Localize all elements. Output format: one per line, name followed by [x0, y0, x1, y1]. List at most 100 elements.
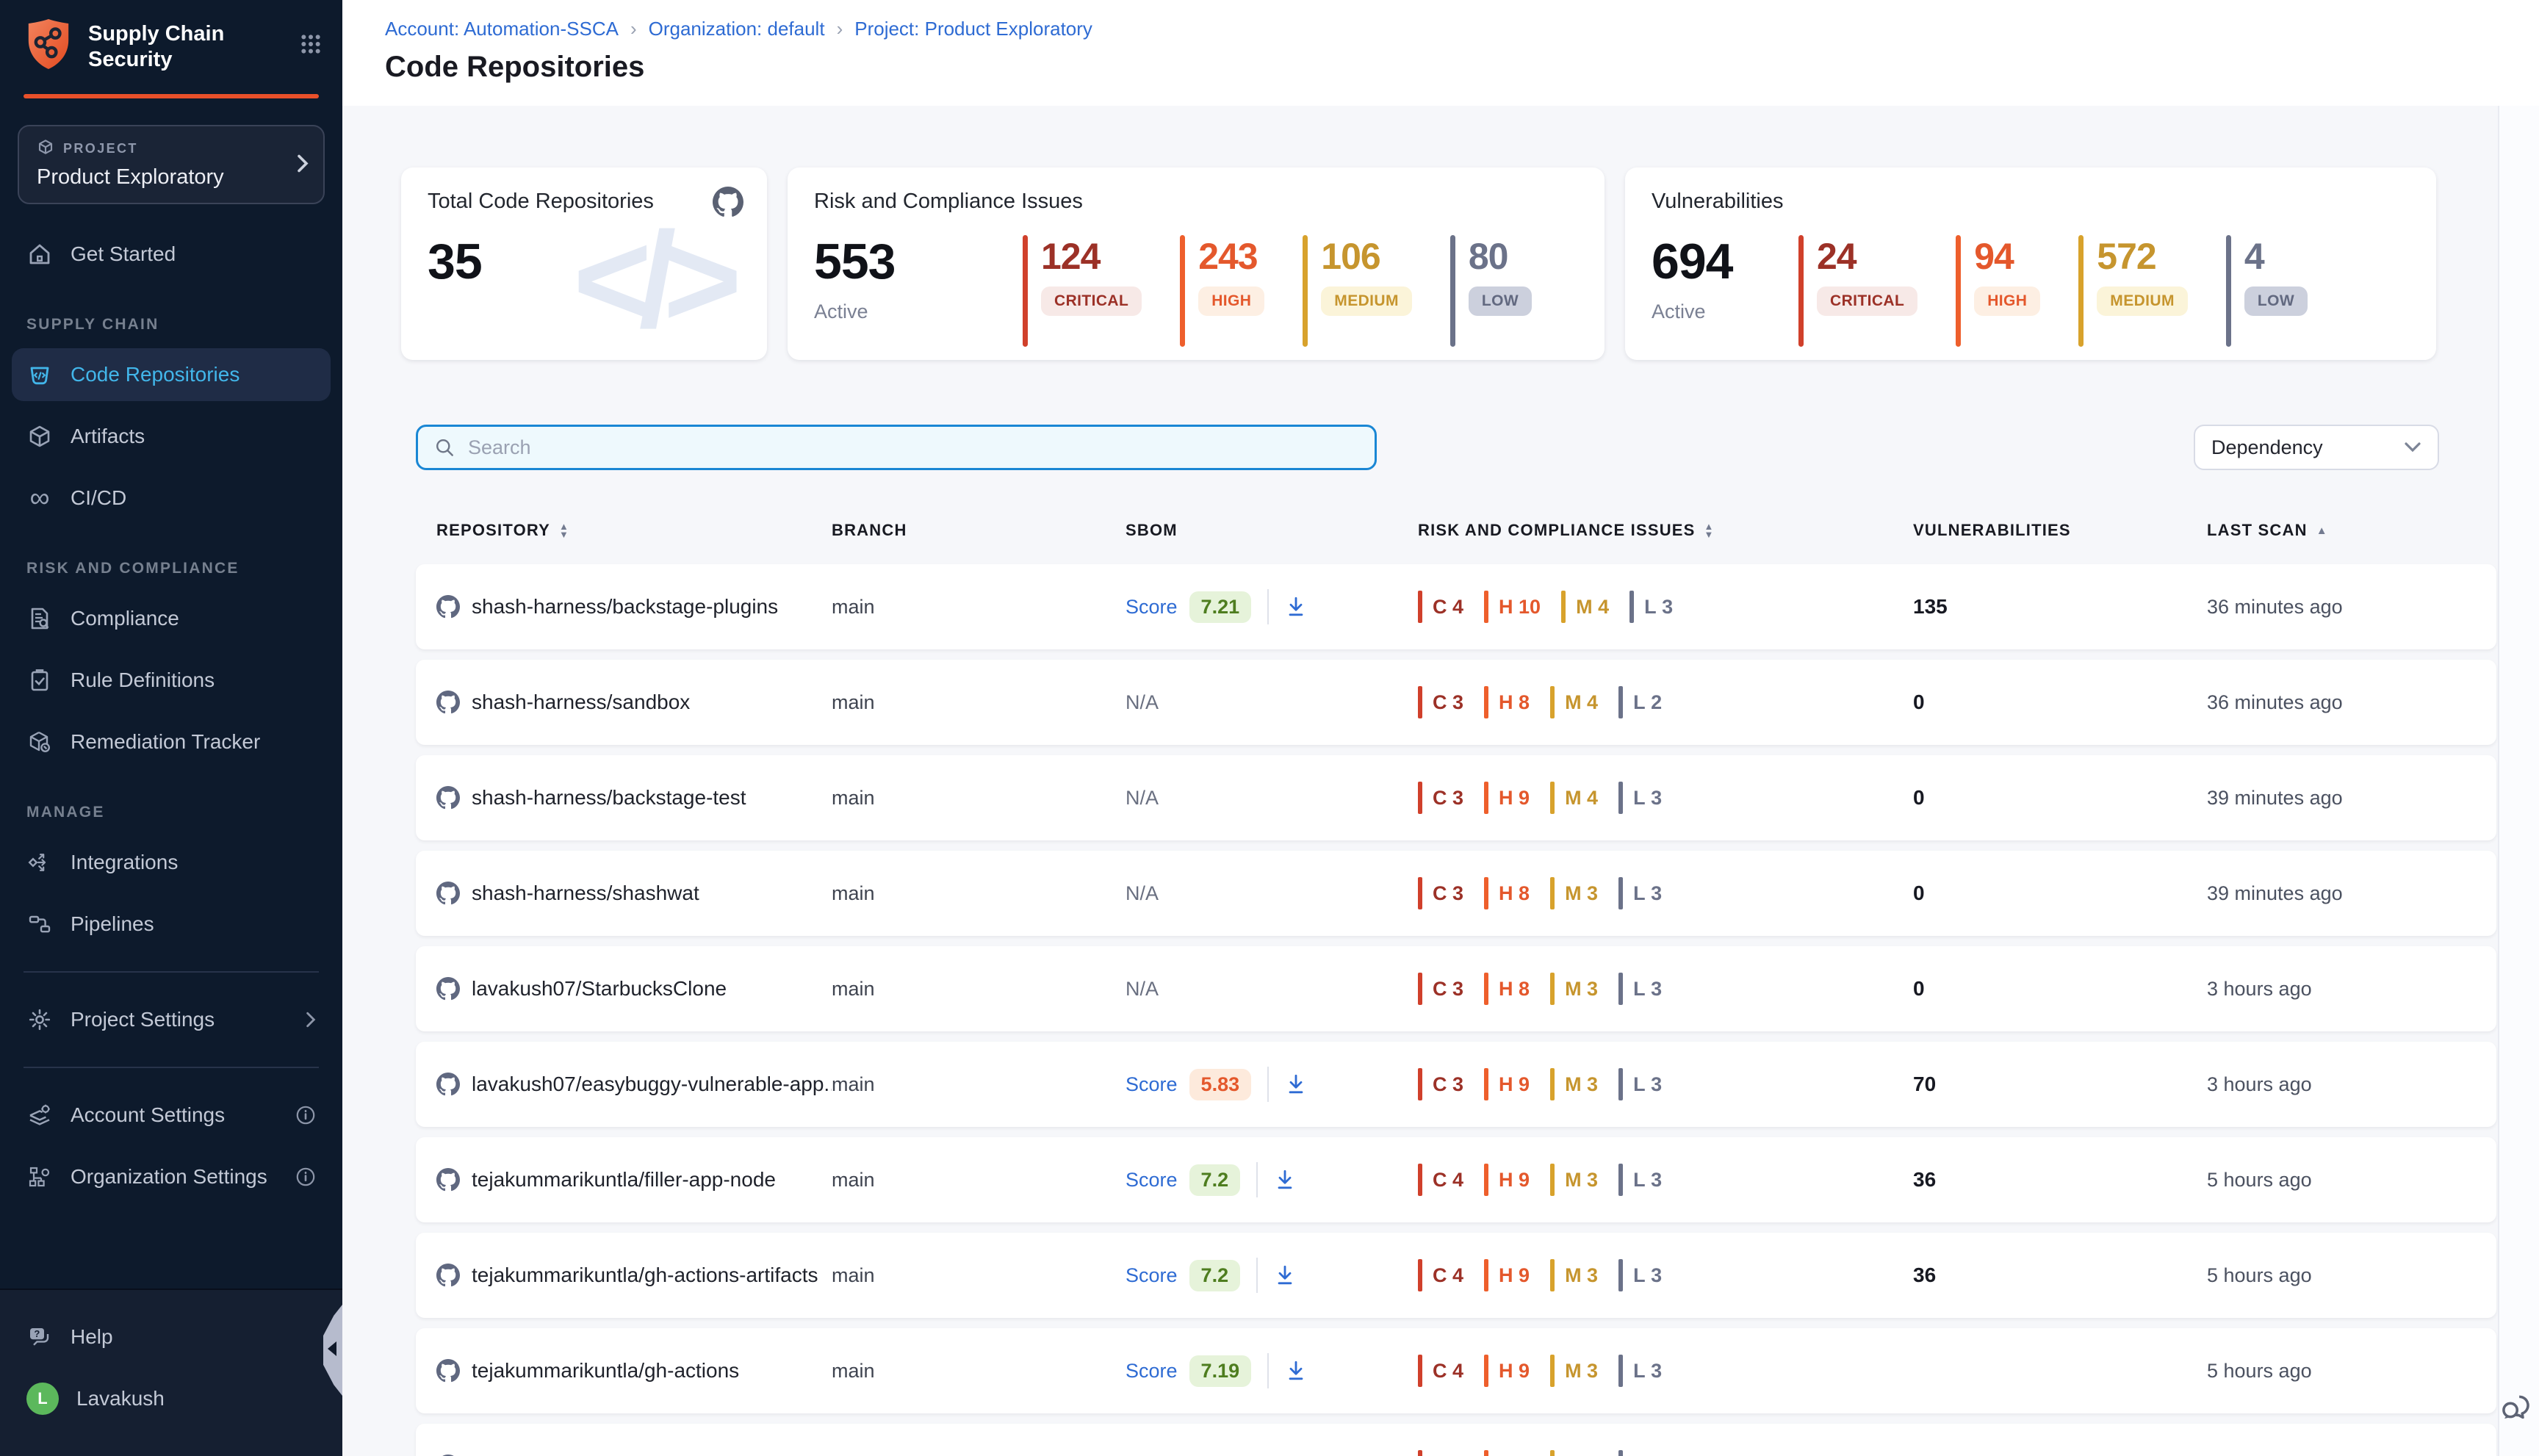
sbom-score-link[interactable]: Score [1126, 1360, 1178, 1383]
repository-name[interactable]: shash-harness/backstage-plugins [472, 595, 778, 619]
severity-high: 243 HIGH [1180, 235, 1264, 347]
sbom-score-link[interactable]: Score [1126, 1073, 1178, 1096]
severity-bar [1956, 235, 1961, 347]
severity-critical: 24 CRITICAL [1798, 235, 1917, 347]
sbom-score-link[interactable]: Score [1126, 1169, 1178, 1192]
app-switcher-icon[interactable] [300, 33, 322, 61]
sidebar-item-organization-settings[interactable]: Organization Settings [12, 1150, 331, 1203]
repository-name[interactable]: shash-harness/sandbox [472, 691, 690, 714]
repository-name[interactable]: shash-harness/shashwat [472, 882, 699, 905]
table-row[interactable]: shash-harness/sandbox main N/A C 3 H 8 M… [416, 660, 2496, 745]
help-label: Help [71, 1325, 113, 1349]
severity-count: 4 [2244, 235, 2308, 278]
table-row[interactable]: shash-harness/backstage-plugins main Sco… [416, 564, 2496, 649]
home-icon [26, 241, 53, 267]
issues-critical: C 3 [1418, 973, 1463, 1005]
project-selector[interactable]: PROJECT Product Exploratory [18, 125, 325, 204]
breadcrumb-project[interactable]: Project: Product Exploratory [854, 18, 1092, 40]
severity-bar [2226, 235, 2231, 347]
chat-support-icon[interactable] [2498, 1390, 2535, 1432]
sidebar-item-integrations[interactable]: Integrations [12, 836, 331, 889]
issues-medium: M 3 [1550, 877, 1598, 909]
table-row[interactable]: tejakummarikuntla/gh-actions-artifacts m… [416, 1233, 2496, 1318]
user-menu[interactable]: L Lavakush [12, 1372, 331, 1425]
sbom-score-value: 7.2 [1189, 1164, 1241, 1196]
sidebar-item-label: Account Settings [71, 1103, 225, 1127]
github-icon [436, 786, 460, 810]
sidebar-item-project-settings[interactable]: Project Settings [12, 993, 331, 1046]
last-scan-time: 5 hours ago [2207, 1360, 2312, 1383]
content-area: Total Code Repositories 35 </> Risk and … [342, 106, 2539, 1456]
severity-count: 243 [1198, 235, 1264, 278]
repository-name[interactable]: lavakush07/easybuggy-vulnerable-app... [472, 1073, 832, 1096]
info-icon[interactable] [295, 1167, 316, 1187]
search-input[interactable] [468, 436, 1358, 459]
sbom-score-link[interactable]: Score [1126, 596, 1178, 619]
project-cube-icon [37, 138, 54, 159]
severity-critical: 124 CRITICAL [1023, 235, 1142, 347]
github-icon [436, 1359, 460, 1383]
sbom-score: Score 5.83 [1126, 1067, 1307, 1102]
sidebar-item-compliance[interactable]: Compliance [12, 592, 331, 645]
help-button[interactable]: ? Help [12, 1311, 331, 1363]
breadcrumb-separator: › [837, 18, 843, 40]
repository-name[interactable]: tejakummarikuntla/gh-actions-artifacts [472, 1264, 818, 1287]
severity-badge: HIGH [1198, 286, 1264, 316]
vulnerability-count: 0 [1913, 691, 1925, 714]
severity-medium: 106 MEDIUM [1303, 235, 1412, 347]
repository-name[interactable]: tejakummarikuntla/gh-actions [472, 1359, 739, 1383]
breadcrumb-separator: › [630, 18, 637, 40]
vulnerability-count: 36 [1913, 1264, 1936, 1287]
sort-icon: ▲▼ [559, 522, 569, 538]
issues-high: H 8 [1484, 877, 1530, 909]
sidebar-item-account-settings[interactable]: Account Settings [12, 1089, 331, 1142]
issues-critical: C 4 [1418, 1355, 1463, 1387]
column-branch: BRANCH [832, 521, 1126, 540]
svg-text:?: ? [34, 1328, 40, 1339]
sidebar-item-rule-definitions[interactable]: Rule Definitions [12, 654, 331, 707]
issues-high: H 8 [1484, 973, 1530, 1005]
table-row[interactable]: shash-harness/backstage-test main N/A C … [416, 755, 2496, 840]
table-row[interactable]: tejakummarikuntla/filler-app-node main S… [416, 1137, 2496, 1222]
column-risk-compliance-issues[interactable]: RISK AND COMPLIANCE ISSUES ▲▼ [1418, 521, 1913, 540]
main-content: Account: Automation-SSCA › Organization:… [342, 0, 2539, 1456]
severity-count: 106 [1321, 235, 1412, 278]
table-row[interactable]: lavakush07/StarbucksClone main N/A C 3 H… [416, 946, 2496, 1031]
repository-name[interactable]: shash-harness/backstage-test [472, 786, 746, 810]
issues-low: L 3 [1618, 782, 1662, 814]
card-title: Vulnerabilities [1652, 190, 2410, 214]
info-icon[interactable] [295, 1105, 316, 1125]
download-sbom-icon[interactable] [1285, 1073, 1307, 1095]
table-row[interactable]: lavakush07/easybuggy-vulnerable-app... m… [416, 1042, 2496, 1127]
repository-name[interactable]: lavakush07/StarbucksClone [472, 977, 727, 1001]
issues-critical: C 3 [1418, 1450, 1463, 1456]
sidebar-item-remediation-tracker[interactable]: Remediation Tracker [12, 716, 331, 768]
branch-label: main [832, 1360, 875, 1383]
issues-critical: C 4 [1418, 591, 1463, 623]
download-sbom-icon[interactable] [1285, 596, 1307, 618]
repository-name[interactable]: tejakummarikuntla/filler-app-node [472, 1168, 776, 1192]
issues-low: L 2 [1618, 686, 1662, 718]
sbom-score-link[interactable]: Score [1126, 1264, 1178, 1287]
issues-low: L 3 [1618, 1450, 1662, 1456]
download-sbom-icon[interactable] [1274, 1264, 1296, 1286]
table-row[interactable]: shash-harness/shashwat main N/A C 3 H 8 … [416, 851, 2496, 936]
table-row[interactable]: lavakush07/argocd-hub-spoke-demo main N/… [416, 1424, 2496, 1456]
github-icon [436, 691, 460, 714]
table-row[interactable]: tejakummarikuntla/gh-actions main Score … [416, 1328, 2496, 1413]
issues-high: H 9 [1484, 1355, 1530, 1387]
breadcrumb-organization[interactable]: Organization: default [649, 18, 825, 40]
column-last-scan[interactable]: LAST SCAN ▲ [2207, 521, 2496, 540]
column-repository[interactable]: REPOSITORY ▲▼ [416, 521, 832, 540]
download-sbom-icon[interactable] [1274, 1169, 1296, 1191]
sidebar-item-cicd[interactable]: ∞ CI/CD [12, 472, 331, 525]
dependency-filter-dropdown[interactable]: Dependency [2194, 425, 2439, 470]
last-scan-time: 3 hours ago [2207, 978, 2312, 1001]
severity-low: 80 LOW [1450, 235, 1532, 347]
sidebar-item-code-repositories[interactable]: Code Repositories [12, 348, 331, 401]
sidebar-item-get-started[interactable]: Get Started [12, 228, 331, 281]
download-sbom-icon[interactable] [1285, 1360, 1307, 1382]
breadcrumb-account[interactable]: Account: Automation-SSCA [385, 18, 619, 40]
sidebar-item-pipelines[interactable]: Pipelines [12, 898, 331, 951]
sidebar-item-artifacts[interactable]: Artifacts [12, 410, 331, 463]
